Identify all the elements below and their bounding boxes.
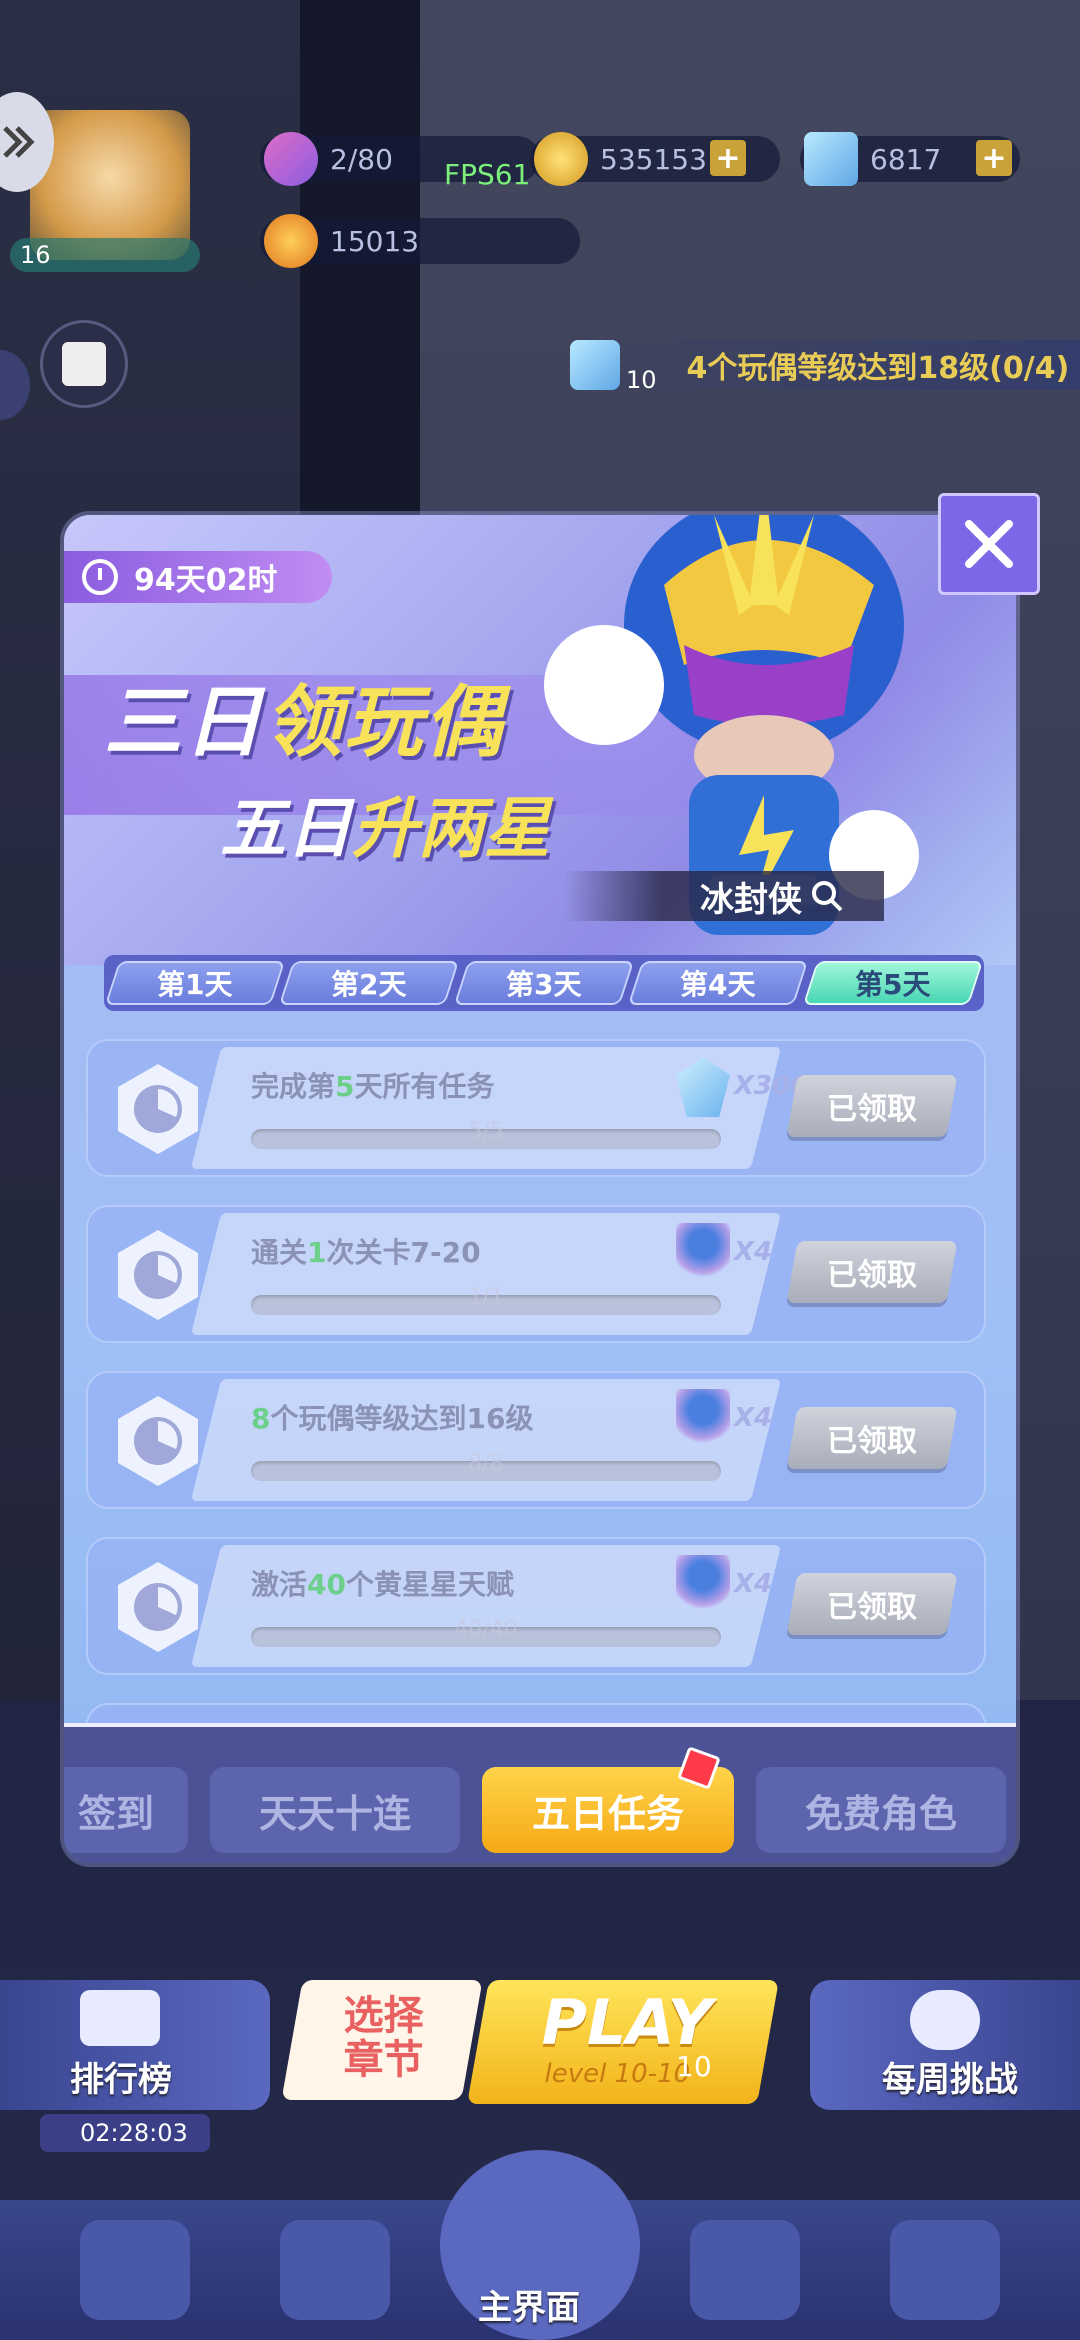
event-category-tabs: 签到 天天十连 五日任务 免费角色 [64,1723,1016,1863]
five-day-task-modal: 94天02时 三日领玩偶 五日升两星 冰封侠 第1天 第2天 第3天 第4天 第… [64,515,1016,1863]
energy-counter[interactable]: 15013 [260,214,580,268]
tab-day-1[interactable]: 第1天 [104,961,286,1005]
double-chevron-icon [3,126,35,158]
dice-button[interactable] [40,320,128,408]
tab-day-5[interactable]: 第5天 [802,961,984,1005]
nav-shop-icon[interactable] [80,2220,190,2320]
task-row: 激活40个黄星星天赋 40/40 X4 已领取 [86,1537,986,1675]
weekly-challenge-button[interactable]: 每周挑战 [810,1980,1080,2110]
claimed-button[interactable]: 已领取 [786,1407,958,1469]
claimed-button[interactable]: 已领取 [786,1241,958,1303]
reward-quantity: X4 [734,1403,773,1433]
nav-main-label: 主界面 [478,2288,580,2328]
add-coins-button[interactable]: + [710,140,746,176]
claimed-button[interactable]: 已领取 [786,1075,958,1137]
chapter-select-button[interactable]: 选择 章节 [281,1980,483,2100]
task-badge-icon [118,1064,198,1154]
weekly-challenge-label: 每周挑战 [882,2060,1018,2100]
hero-doll-icon [676,1223,730,1283]
task-progress-text: 40/40 [454,1617,518,1642]
quest-banner[interactable]: 10 4个玩偶等级达到18级(0/4) [570,340,1080,394]
tab-daily-ten-pull[interactable]: 天天十连 [210,1767,460,1853]
title-line-2: 五日升两星 [220,775,550,871]
add-gems-button[interactable]: + [976,140,1012,176]
magnifier-icon [812,881,843,912]
leaderboard-icon [80,1990,160,2046]
coins-value: 535153 [600,142,707,176]
dice-icon [62,342,106,386]
tab-free-character[interactable]: 免费角色 [756,1767,1006,1853]
close-icon [965,520,1013,568]
hero-name: 冰封侠 [700,879,802,920]
quest-level: 10 [626,366,657,394]
play-label: PLAY [541,1986,713,2059]
task-progress-text: 1/1 [468,1285,504,1310]
reward-quantity: X4 [734,1237,773,1267]
weekly-challenge-icon [910,1990,980,2050]
chapter-select-label: 选择 章节 [343,1993,424,2083]
title-line-1-a: 三日 [104,678,265,768]
fps-readout: FPS61 [444,158,531,191]
task-label: 通关1次关卡7-20 [251,1236,481,1269]
title-line-2-a: 五日 [220,790,352,867]
play-count: 10 [676,2050,712,2083]
ticket-icon [264,132,318,186]
task-row: 8个玩偶等级达到16级 8/8 X4 已领取 [86,1371,986,1509]
play-level: level 10-10 [544,2059,691,2089]
day-tabs: 第1天 第2天 第3天 第4天 第5天 [104,955,984,1011]
task-row: 通关1次关卡7-20 1/1 X4 已领取 [86,1205,986,1343]
leaderboard-button[interactable]: 排行榜 [0,1980,270,2110]
task-badge-icon [118,1230,198,1320]
gems-value: 6817 [870,142,942,176]
tab-sign-in[interactable]: 签到 [64,1767,188,1853]
reward-quantity: X4 [734,1569,773,1599]
play-button[interactable]: PLAY level 10-10 [467,1980,779,2104]
quest-gem-icon [570,340,620,390]
timer-text: 94天02时 [134,563,278,598]
task-badge-icon [118,1396,198,1486]
nav-ranking-icon[interactable] [690,2220,800,2320]
title-line-1: 三日领玩偶 [104,660,504,772]
task-label: 完成第5天所有任务 [251,1070,495,1103]
task-row: 完成第5天所有任务 5/5 X300 已领取 [86,1039,986,1177]
bottom-nav: 主界面 [0,2150,1080,2340]
task-badge-icon [118,1562,198,1652]
hero-name-tag[interactable]: 冰封侠 [564,871,884,921]
level-badge: 16 [10,238,200,272]
nav-mystery-icon[interactable] [890,2220,1000,2320]
event-timer: 94天02时 [64,551,332,603]
hero-doll-icon [676,1555,730,1615]
energy-value: 15013 [330,224,420,258]
tab-day-4[interactable]: 第4天 [628,961,809,1005]
level-value: 16 [20,241,51,269]
close-button[interactable] [938,493,1040,595]
title-line-1-b: 领玩偶 [264,678,505,768]
claimed-button[interactable]: 已领取 [786,1573,958,1635]
tab-day-2[interactable]: 第2天 [279,961,460,1005]
clock-icon [82,559,118,595]
leaderboard-timer: 02:28:03 [40,2114,210,2152]
nav-heroes-icon[interactable] [280,2220,390,2320]
hero-doll-icon [676,1389,730,1449]
quest-text: 4个玩偶等级达到18级(0/4) [686,351,1070,386]
task-label: 激活40个黄星星天赋 [251,1568,514,1601]
coin-icon [534,132,588,186]
tickets-value: 2/80 [330,142,393,176]
task-label: 8个玩偶等级达到16级 [251,1402,534,1435]
leaderboard-label: 排行榜 [70,2060,172,2100]
tab-day-3[interactable]: 第3天 [453,961,635,1005]
fire-coin-icon [264,214,318,268]
event-banner: 94天02时 三日领玩偶 五日升两星 冰封侠 [64,515,1016,965]
task-progress-text: 8/8 [468,1451,504,1476]
gem-icon [804,132,858,186]
task-progress-text: 5/5 [468,1119,504,1144]
